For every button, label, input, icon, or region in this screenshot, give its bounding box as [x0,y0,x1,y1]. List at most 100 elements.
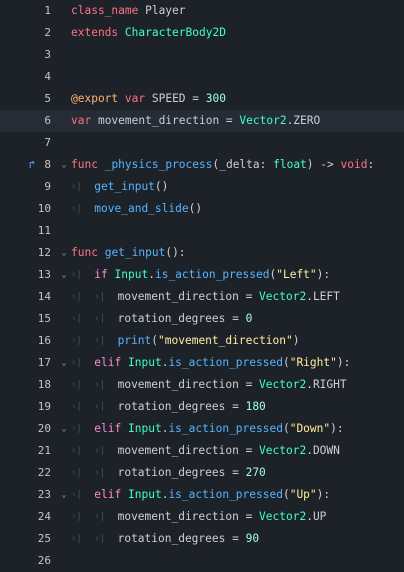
code-line[interactable]: 2 extends CharacterBody2D [0,22,404,44]
code-token: ( [282,356,290,369]
code-line[interactable]: 18 ›| ›| movement_direction = Vector2.RIGHT [0,374,404,396]
tab-indent-icon: ›| [71,358,82,368]
code-line[interactable]: 20 ⌄ ›| elif Input.is_action_pressed("Down"… [0,418,404,440]
code-text: rotation_degrees = 180 [118,396,266,418]
line-number: 14 [37,290,51,303]
code-token: void [340,158,368,171]
code-token: Input [128,422,162,435]
code-token: SPEED = [145,92,206,105]
code-token: if [94,268,108,281]
code-line[interactable]: 15 ›| ›| rotation_degrees = 0 [0,308,404,330]
code-token: extends [71,26,119,39]
code-token: ): [336,356,351,369]
code-token: ( [282,422,290,435]
tab-indent-icon: ›| [94,512,106,522]
code-line[interactable]: 8 ↱ ⌄ func _physics_process(_delta: float) … [0,154,404,176]
code-token: movement_direction = [117,510,260,523]
line-number: 4 [44,70,51,83]
line-number: 21 [37,444,51,457]
code-line[interactable]: 25 ›| ›| rotation_degrees = 90 [0,528,404,550]
line-number: 16 [37,334,51,347]
line-number: 5 [44,92,51,105]
code-token: Input [128,488,162,501]
line-number: 12 [37,246,51,259]
code-line[interactable]: 11 [0,220,404,242]
line-number: 1 [44,4,51,17]
fold-chevron-icon[interactable]: ⌄ [59,154,69,176]
tab-indent-icon: ›| [71,446,82,456]
code-line[interactable]: 23 ⌄ ›| elif Input.is_action_pressed("Up"): [0,484,404,506]
code-line[interactable]: 17 ⌄ ›| elif Input.is_action_pressed("Right… [0,352,404,374]
code-line[interactable]: 1 class_name Player [0,0,404,22]
code-line[interactable]: 12 ⌄ func get_input(): [0,242,404,264]
code-line[interactable]: 16 ›| ›| print("movement_direction") [0,330,404,352]
code-text: rotation_degrees = 0 [118,308,253,330]
fold-chevron-icon[interactable]: ⌄ [59,352,69,374]
tab-indent-icon: ›| [71,490,82,500]
code-line[interactable]: 4 [0,66,404,88]
code-line[interactable]: 5 @export var SPEED = 300 [0,88,404,110]
code-token: ( [282,488,290,501]
code-text: rotation_degrees = 270 [118,462,266,484]
code-token: ): [330,422,344,435]
code-line[interactable]: 14 ›| ›| movement_direction = Vector2.LEFT [0,286,404,308]
code-token: Player [138,4,186,17]
code-token: 300 [205,92,226,105]
code-line[interactable]: 9 ›| get_input() [0,176,404,198]
code-text: movement_direction = Vector2.LEFT [118,286,340,308]
line-number: 6 [44,114,51,127]
code-token: elif [94,488,122,501]
code-line[interactable]: 24 ›| ›| movement_direction = Vector2.UP [0,506,404,528]
code-line[interactable]: 21 ›| ›| movement_direction = Vector2.DOWN [0,440,404,462]
code-token: class_name [71,4,139,17]
code-line[interactable]: 3 [0,44,404,66]
code-token: @export [71,92,119,105]
code-editor[interactable]: 1 class_name Player 2 extends CharacterBody… [0,0,404,567]
code-token: : [367,158,375,171]
line-number: 24 [37,510,51,523]
code-token: .LEFT [306,290,340,303]
fold-chevron-icon[interactable]: ⌄ [59,418,69,440]
override-arrow-icon[interactable]: ↱ [26,154,38,176]
code-token: Vector2 [259,290,307,303]
code-line[interactable]: 22 ›| ›| rotation_degrees = 270 [0,462,404,484]
code-token: var [71,114,92,127]
line-number: 19 [37,400,51,413]
code-token: float [273,158,307,171]
fold-chevron-icon[interactable]: ⌄ [59,484,69,506]
code-token: 0 [245,312,253,325]
code-line[interactable]: 10 ›| move_and_slide() [0,198,404,220]
code-text: print("movement_direction") [118,330,300,352]
tab-indent-icon: ›| [71,534,82,544]
code-text: movement_direction = Vector2.RIGHT [118,374,347,396]
code-token: Vector2 [259,444,307,457]
code-token: "Down" [289,422,331,435]
code-text: if Input.is_action_pressed("Left"): [94,264,330,286]
code-text: func _physics_process(_delta: float) -> … [71,154,374,176]
code-line[interactable]: 6 var movement_direction = Vector2.ZERO [0,110,404,132]
line-number: 18 [37,378,51,391]
code-token: .ZERO [286,114,321,127]
code-token: get_input [104,246,166,259]
code-line[interactable]: 26 [0,550,404,572]
code-line[interactable]: 19 ›| ›| rotation_degrees = 180 [0,396,404,418]
code-token: movement_direction = [117,378,260,391]
fold-chevron-icon[interactable]: ⌄ [59,264,69,286]
tab-indent-icon: ›| [71,512,82,522]
code-token: rotation_degrees = [117,400,246,413]
code-line[interactable]: 13 ⌄ ›| if Input.is_action_pressed("Left"): [0,264,404,286]
code-text: elif Input.is_action_pressed("Down"): [94,418,343,440]
line-number: 26 [37,554,51,567]
code-line[interactable]: 7 [0,132,404,154]
code-token: "Up" [289,488,317,501]
code-token: movement_direction = [117,444,260,457]
code-text: var movement_direction = Vector2.ZERO [71,110,320,132]
fold-chevron-icon[interactable]: ⌄ [59,242,69,264]
line-number: 22 [37,466,51,479]
code-token: "movement_direction" [158,334,293,347]
code-token: 270 [245,466,266,479]
line-number: 10 [37,202,51,215]
code-text: class_name Player [71,0,186,22]
